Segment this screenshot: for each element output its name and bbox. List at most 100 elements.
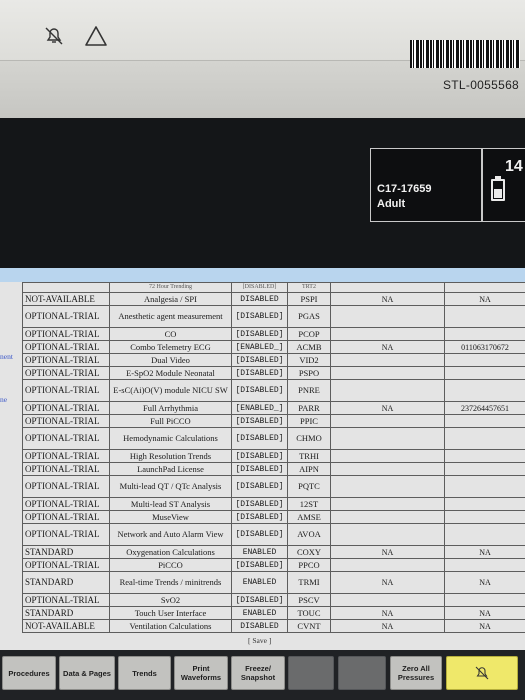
status-cell: OPTIONAL-TRIAL: [22, 379, 110, 402]
table-row[interactable]: OPTIONAL-TRIAL High Resolution Trends [DIS…: [22, 449, 525, 463]
table-row[interactable]: STANDARD Real-time Trends / minitrends ENA…: [22, 571, 525, 594]
status-cell: OPTIONAL-TRIAL: [22, 510, 110, 524]
table-row[interactable]: OPTIONAL-TRIAL Hemodynamic Calculations [D…: [22, 427, 525, 450]
feature-cell: PiCCO: [109, 558, 232, 572]
value-cell: [444, 305, 525, 328]
state-cell: [DISABLED]: [231, 510, 288, 524]
top-right-value: 14: [505, 158, 523, 175]
status-cell: NOT-AVAILABLE: [22, 619, 110, 633]
state-cell: [DISABLED]: [231, 305, 288, 328]
state-cell: [DISABLED]: [231, 523, 288, 546]
value-cell: [330, 366, 445, 380]
procedures-button[interactable]: Procedures: [2, 656, 56, 690]
print-waveforms-button[interactable]: Print Waveforms: [174, 656, 228, 690]
state-cell: [DISABLED]: [231, 593, 288, 607]
status-cell: OPTIONAL-TRIAL: [22, 462, 110, 476]
value-cell: NA: [444, 545, 525, 559]
table-row[interactable]: STANDARD Touch User Interface ENABLED TOUC N…: [22, 606, 525, 620]
table-row[interactable]: OPTIONAL-TRIAL MuseView [DISABLED] AMSE: [22, 510, 525, 524]
code-cell: TRMI: [287, 571, 331, 594]
license-table: 72 Hour Trending [DISABLED] TRT2 NOT-AVA…: [22, 282, 525, 633]
table-row[interactable]: OPTIONAL-TRIAL Anesthetic agent measureme…: [22, 305, 525, 328]
table-row[interactable]: OPTIONAL-TRIAL SvO2 [DISABLED] PSCV: [22, 593, 525, 607]
table-cell: [330, 282, 445, 293]
table-row[interactable]: OPTIONAL-TRIAL Multi-lead ST Analysis [DIS…: [22, 497, 525, 511]
status-cell: OPTIONAL-TRIAL: [22, 449, 110, 463]
table-row[interactable]: NOT-AVAILABLE Ventilation Calculations DIS…: [22, 619, 525, 633]
value-cell: [444, 523, 525, 546]
data-pages-button[interactable]: Data & Pages: [59, 656, 115, 690]
table-row[interactable]: OPTIONAL-TRIAL Network and Auto Alarm Vie…: [22, 523, 525, 546]
code-cell: CHMO: [287, 427, 331, 450]
table-row[interactable]: OPTIONAL-TRIAL E-sC(Ai)O(V) module NICU S…: [22, 379, 525, 402]
code-cell: PQTC: [287, 475, 331, 498]
code-cell: PGAS: [287, 305, 331, 328]
value-cell: [444, 327, 525, 341]
table-row[interactable]: OPTIONAL-TRIAL LaunchPad License [DISABLED…: [22, 462, 525, 476]
value-cell: [444, 475, 525, 498]
feature-cell: Dual Video: [109, 353, 232, 367]
feature-cell: E-sC(Ai)O(V) module NICU SW: [109, 379, 232, 402]
table-row[interactable]: OPTIONAL-TRIAL CO [DISABLED] PCOP: [22, 327, 525, 341]
state-cell: [DISABLED]: [231, 497, 288, 511]
value-cell: [330, 327, 445, 341]
table-cell: [444, 282, 525, 293]
state-cell: [DISABLED]: [231, 366, 288, 380]
status-cell: OPTIONAL-TRIAL: [22, 401, 110, 415]
asset-tag: STL-0055568: [443, 78, 520, 92]
feature-cell: Multi-lead QT / QTc Analysis: [109, 475, 232, 498]
patient-type: Adult: [377, 198, 406, 210]
state-cell: [ENABLED_]: [231, 401, 288, 415]
table-cell: TRT2: [287, 282, 331, 293]
table-row[interactable]: OPTIONAL-TRIAL E-SpO2 Module Neonatal [DIS…: [22, 366, 525, 380]
status-cell: STANDARD: [22, 545, 110, 559]
warning-triangle-icon[interactable]: [84, 24, 108, 48]
table-row[interactable]: OPTIONAL-TRIAL Full PiCCO [DISABLED] PPIC: [22, 414, 525, 428]
feature-cell: E-SpO2 Module Neonatal: [109, 366, 232, 380]
table-row[interactable]: OPTIONAL-TRIAL Multi-lead QT / QTc Analys…: [22, 475, 525, 498]
table-row[interactable]: OPTIONAL-TRIAL Combo Telemetry ECG [ENABLE…: [22, 340, 525, 354]
status-cell: NOT-AVAILABLE: [22, 292, 110, 306]
state-cell: [DISABLED]: [231, 475, 288, 498]
code-cell: AIPN: [287, 462, 331, 476]
table-row[interactable]: OPTIONAL-TRIAL PiCCO [DISABLED] PPCO: [22, 558, 525, 572]
table-row[interactable]: NOT-AVAILABLE Analgesia / SPI DISABLED PSPI…: [22, 292, 525, 306]
save-link[interactable]: [ Save ]: [248, 636, 271, 645]
freeze-snapshot-button[interactable]: Freeze/ Snapshot: [231, 656, 285, 690]
table-row[interactable]: STANDARD Oxygenation Calculations ENABLED C…: [22, 545, 525, 559]
trends-button[interactable]: Trends: [118, 656, 171, 690]
feature-cell: Oxygenation Calculations: [109, 545, 232, 559]
alarm-audio-pause-icon: [475, 666, 489, 680]
status-cell: OPTIONAL-TRIAL: [22, 353, 110, 367]
alarm-bell-off-icon[interactable]: [42, 24, 66, 48]
state-cell: [DISABLED]: [231, 449, 288, 463]
bottom-button-bar: Procedures Data & Pages Trends Print Wavefo…: [0, 650, 525, 700]
table-row: 72 Hour Trending [DISABLED] TRT2: [22, 282, 525, 293]
table-row[interactable]: OPTIONAL-TRIAL Dual Video [DISABLED] VID2: [22, 353, 525, 367]
patient-id: C17-17659: [377, 183, 432, 195]
value-cell: [330, 497, 445, 511]
code-cell: PPCO: [287, 558, 331, 572]
value-cell: NA: [330, 340, 445, 354]
value-cell: NA: [330, 619, 445, 633]
table-row[interactable]: OPTIONAL-TRIAL Full Arrhythmia [ENABLED_] P…: [22, 401, 525, 415]
zero-all-pressures-button[interactable]: Zero All Pressures: [390, 656, 442, 690]
alarm-pause-button[interactable]: [446, 656, 518, 690]
feature-cell: Network and Auto Alarm View: [109, 523, 232, 546]
status-cell: OPTIONAL-TRIAL: [22, 475, 110, 498]
code-cell: TOUC: [287, 606, 331, 620]
state-cell: [ENABLED_]: [231, 340, 288, 354]
value-cell: [444, 427, 525, 450]
state-cell: [DISABLED]: [231, 353, 288, 367]
value-cell: NA: [330, 292, 445, 306]
code-cell: PARR: [287, 401, 331, 415]
feature-cell: Touch User Interface: [109, 606, 232, 620]
status-cell: OPTIONAL-TRIAL: [22, 497, 110, 511]
value-cell: [330, 558, 445, 572]
status-cell: OPTIONAL-TRIAL: [22, 427, 110, 450]
battery-icon: [491, 176, 505, 201]
value-cell: [444, 414, 525, 428]
patient-info-box[interactable]: C17-17659 Adult: [370, 148, 482, 222]
code-cell: AVOA: [287, 523, 331, 546]
code-cell: ACMB: [287, 340, 331, 354]
